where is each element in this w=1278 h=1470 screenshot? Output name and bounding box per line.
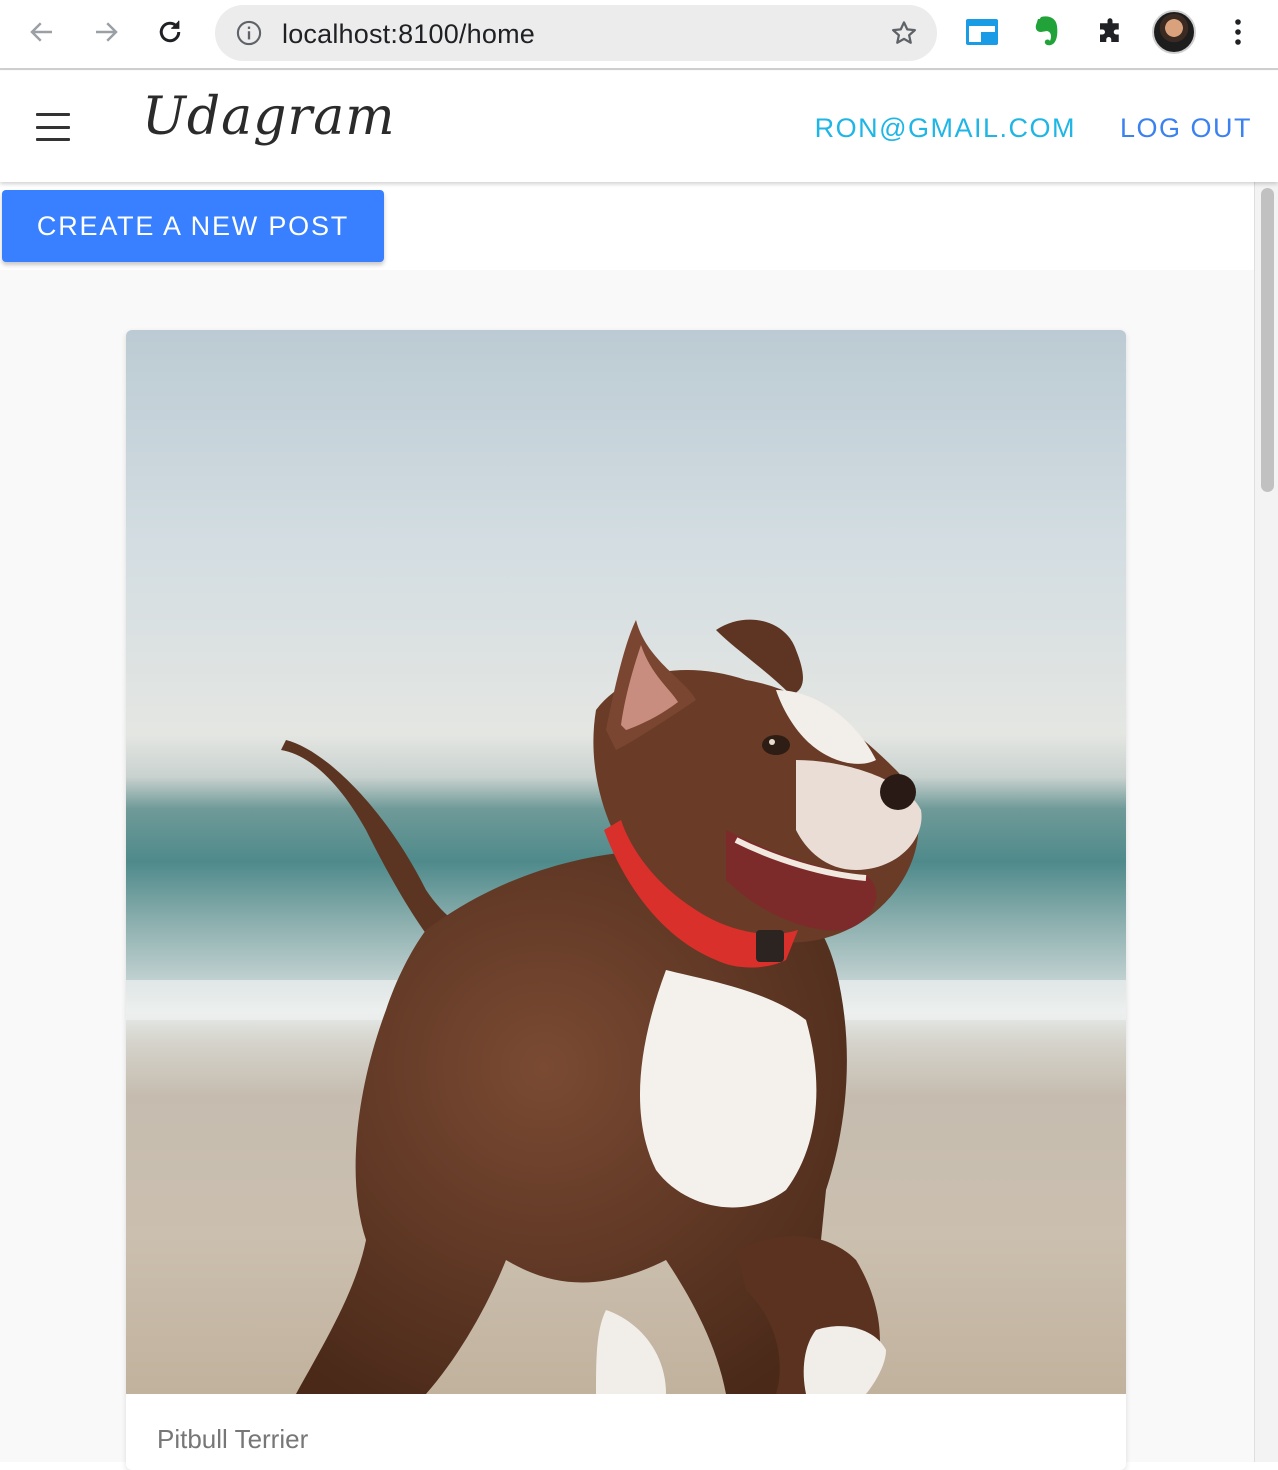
tab-window-icon [966,19,998,45]
star-icon[interactable] [889,18,919,48]
info-icon[interactable] [235,19,263,47]
address-bar[interactable]: localhost:8100/home [215,5,937,61]
brand-title: Udagram [142,87,396,147]
profile-avatar[interactable] [1152,10,1196,54]
forward-button[interactable] [86,12,126,52]
extension-button-evernote[interactable] [1026,12,1066,52]
action-bar: CREATE A NEW POST [0,182,1254,270]
more-vert-icon [1235,19,1241,45]
user-email-link[interactable]: RON@GMAIL.COM [815,113,1076,144]
url-text[interactable]: localhost:8100/home [282,19,535,50]
reload-icon [159,20,181,43]
arrow-left-icon [30,22,52,42]
create-post-button[interactable]: CREATE A NEW POST [2,190,384,262]
scrollbar-thumb[interactable] [1261,188,1274,492]
extensions-button[interactable] [1090,12,1130,52]
menu-icon[interactable] [30,111,76,143]
feed-card: Pitbull Terrier [126,330,1126,1470]
post-image [126,330,1126,1394]
arrow-right-icon [96,22,118,42]
browser-menu-button[interactable] [1218,12,1258,52]
logout-button[interactable]: LOG OUT [1120,113,1252,144]
reload-button[interactable] [150,12,190,52]
feed-content: CREATE A NEW POST Pitbull Terrier [0,182,1254,1470]
post-caption: Pitbull Terrier [157,1424,309,1454]
browser-toolbar: localhost:8100/home [0,0,1278,70]
extension-button-window[interactable] [962,12,1002,52]
app-header: Udagram RON@GMAIL.COM LOG OUT [0,71,1278,182]
evernote-elephant-icon [1035,16,1058,46]
puzzle-icon [1100,18,1119,42]
page-scrollbar[interactable] [1254,182,1278,1462]
back-button[interactable] [22,12,62,52]
